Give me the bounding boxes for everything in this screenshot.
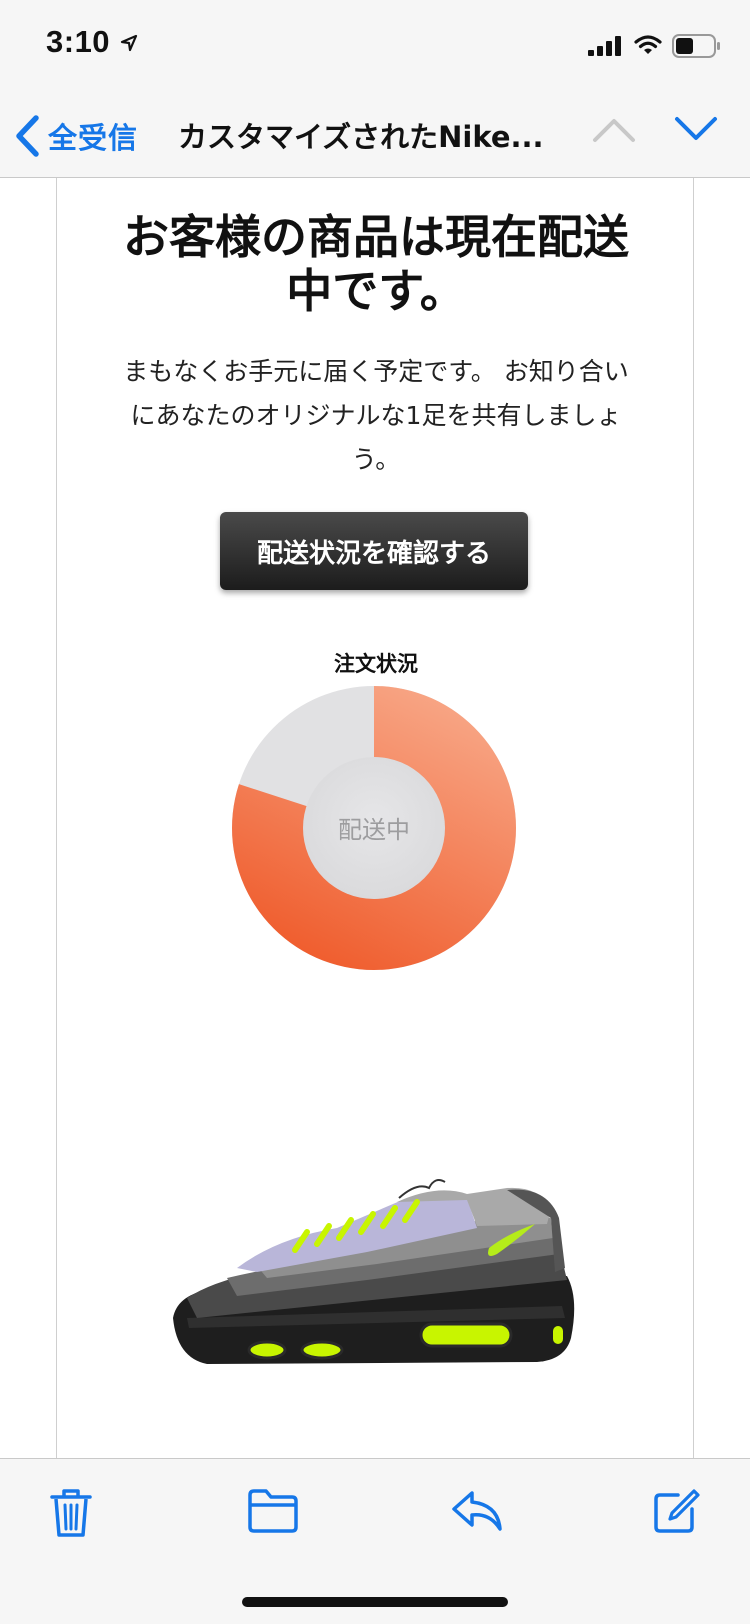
trash-icon[interactable]	[48, 1487, 94, 1539]
location-arrow-icon	[120, 34, 138, 52]
headline: お客様の商品は現在配送 中です。	[77, 210, 675, 318]
folder-icon[interactable]	[246, 1487, 300, 1533]
back-button-label: 全受信	[48, 121, 139, 155]
donut-center-label: 配送中	[338, 816, 410, 844]
headline-line-1: お客様の商品は現在配送	[123, 210, 629, 264]
email-body: お客様の商品は現在配送 中です。 まもなくお手元に届く予定です。 お知り合い に…	[56, 178, 694, 1458]
compose-icon[interactable]	[652, 1487, 700, 1535]
chevron-down-icon[interactable]	[674, 114, 718, 144]
status-time: 3:10	[46, 24, 111, 59]
headline-line-2: 中です。	[286, 264, 466, 318]
status-bar: 3:10	[0, 0, 750, 96]
email-subject-title: カスタマイズされたNike...	[178, 120, 544, 154]
body-text: まもなくお手元に届く予定です。 お知り合い にあなたのオリジナルな1足を共有しま…	[87, 350, 665, 482]
chevron-left-icon	[16, 115, 39, 157]
order-status-label: 注文状況	[334, 652, 418, 676]
chevron-up-icon[interactable]	[592, 114, 636, 144]
signal-icon	[588, 36, 621, 56]
reply-icon[interactable]	[450, 1487, 504, 1533]
nav-bar: 全受信 カスタマイズされたNike...	[0, 96, 750, 178]
wifi-icon	[634, 35, 662, 54]
body-text-line-1: まもなくお手元に届く予定です。 お知り合い	[123, 357, 629, 386]
body-text-line-2: にあなたのオリジナルな1足を共有しましょ	[130, 401, 622, 430]
order-status-donut: 配送中	[232, 686, 516, 970]
home-indicator[interactable]	[242, 1597, 508, 1607]
body-text-line-3: う。	[351, 445, 401, 474]
back-button[interactable]: 全受信	[14, 112, 138, 160]
sneaker-image	[173, 1179, 575, 1364]
battery-icon	[672, 34, 720, 58]
check-shipping-status-button[interactable]: 配送状況を確認する	[220, 512, 528, 590]
